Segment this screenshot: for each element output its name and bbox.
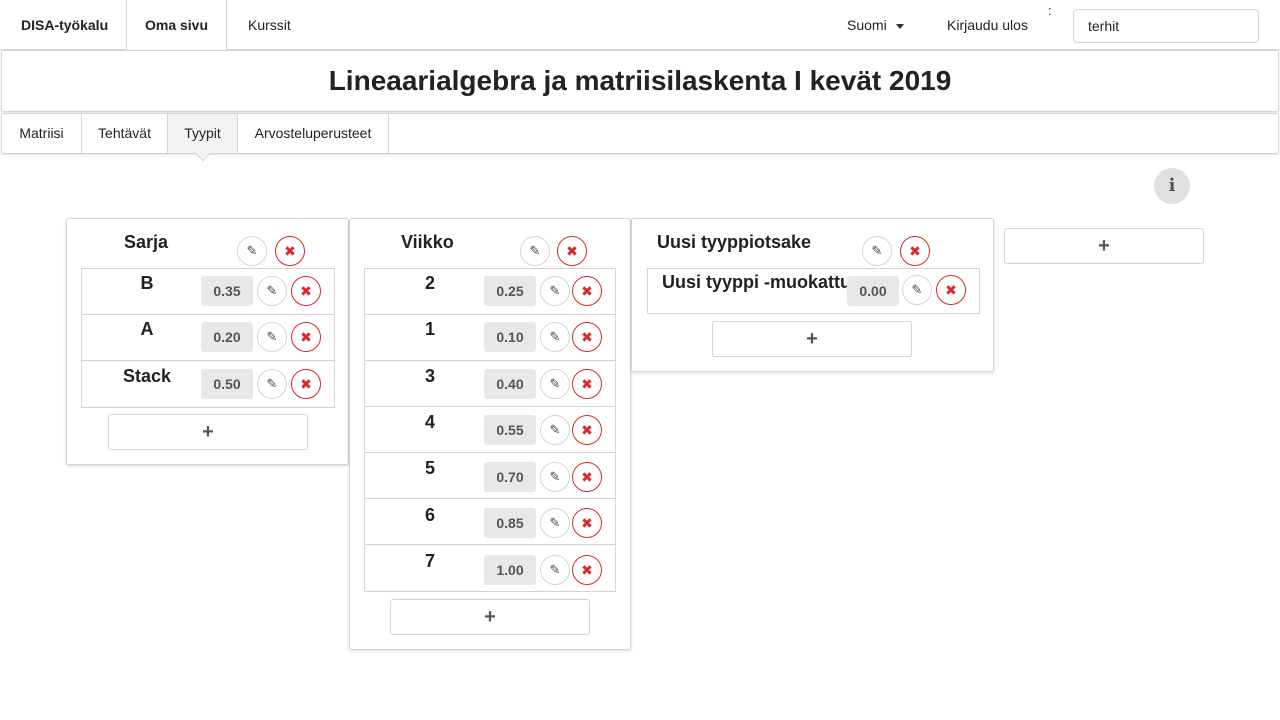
edit-icon[interactable]: ✎ (862, 236, 892, 266)
category-card: Sarja ✎ ✖ B 0.35 ✎ ✖ A 0.20 ✎ ✖ Stack 0.… (66, 218, 349, 465)
colon-separator: : (1048, 3, 1052, 18)
logout-link[interactable]: Kirjaudu ulos (947, 0, 1028, 50)
edit-icon[interactable]: ✎ (257, 276, 287, 306)
delete-icon[interactable]: ✖ (275, 236, 305, 266)
list-item: 3 0.40 ✎ ✖ (365, 361, 615, 407)
type-weight: 0.35 (201, 276, 253, 306)
delete-icon[interactable]: ✖ (572, 555, 602, 585)
brand-link[interactable]: DISA-työkalu (21, 0, 108, 50)
edit-icon[interactable]: ✎ (540, 415, 570, 445)
category-card: Viikko ✎ ✖ 2 0.25 ✎ ✖ 1 0.10 ✎ ✖ 3 0.40 … (349, 218, 631, 650)
type-name: 7 (424, 551, 435, 571)
delete-icon[interactable]: ✖ (900, 236, 930, 266)
course-title: Lineaarialgebra ja matriisilaskenta I ke… (1, 50, 1279, 112)
edit-icon[interactable]: ✎ (540, 276, 570, 306)
delete-icon[interactable]: ✖ (291, 369, 321, 399)
list-item: Uusi tyyppi -muokattu 0.00 ✎ ✖ (648, 269, 979, 313)
type-name: Stack (122, 366, 172, 386)
type-name: 2 (424, 273, 435, 293)
delete-icon[interactable]: ✖ (572, 462, 602, 492)
category-title: Viikko (401, 232, 454, 252)
list-item: 5 0.70 ✎ ✖ (365, 453, 615, 499)
category-card: Uusi tyyppiotsake ✎ ✖ Uusi tyyppi -muoka… (631, 218, 994, 372)
type-name: 3 (424, 366, 435, 386)
edit-icon[interactable]: ✎ (257, 369, 287, 399)
type-weight: 0.00 (847, 276, 899, 306)
type-weight: 0.20 (201, 322, 253, 352)
top-navigation: DISA-työkalu Oma sivu Kurssit Suomi Kirj… (0, 0, 1280, 51)
delete-icon[interactable]: ✖ (291, 322, 321, 352)
edit-icon[interactable]: ✎ (540, 508, 570, 538)
edit-icon[interactable]: ✎ (237, 236, 267, 266)
delete-icon[interactable]: ✖ (572, 369, 602, 399)
category-title: Uusi tyyppiotsake (657, 232, 812, 252)
language-dropdown[interactable]: Suomi (847, 0, 904, 50)
list-item: B 0.35 ✎ ✖ (82, 269, 334, 315)
list-item: 7 1.00 ✎ ✖ (365, 545, 615, 591)
tab-matrix[interactable]: Matriisi (2, 114, 82, 153)
add-category-button[interactable]: + (1004, 228, 1204, 264)
tab-types[interactable]: Tyypit (168, 114, 238, 153)
edit-icon[interactable]: ✎ (540, 369, 570, 399)
nav-my-page[interactable]: Oma sivu (126, 0, 227, 51)
type-name: B (140, 273, 154, 293)
list-item: 6 0.85 ✎ ✖ (365, 499, 615, 545)
language-label: Suomi (847, 17, 887, 33)
type-weight: 0.70 (484, 462, 536, 492)
edit-icon[interactable]: ✎ (540, 462, 570, 492)
type-name: 6 (424, 505, 435, 525)
add-type-button[interactable]: + (390, 599, 590, 635)
type-weight: 0.40 (484, 369, 536, 399)
delete-icon[interactable]: ✖ (936, 275, 966, 305)
type-weight: 0.50 (201, 369, 253, 399)
list-item: 4 0.55 ✎ ✖ (365, 407, 615, 453)
edit-icon[interactable]: ✎ (520, 236, 550, 266)
list-item: 1 0.10 ✎ ✖ (365, 315, 615, 361)
delete-icon[interactable]: ✖ (572, 276, 602, 306)
delete-icon[interactable]: ✖ (572, 415, 602, 445)
course-subtabs: Matriisi Tehtävät Tyypit Arvosteluperust… (1, 113, 1279, 154)
delete-icon[interactable]: ✖ (572, 508, 602, 538)
nav-courses[interactable]: Kurssit (248, 0, 291, 50)
add-type-button[interactable]: + (712, 321, 912, 357)
type-weight: 0.55 (484, 415, 536, 445)
type-name: 5 (424, 458, 435, 478)
add-type-button[interactable]: + (108, 414, 308, 450)
type-name: Uusi tyyppi -muokattu (662, 272, 852, 292)
type-weight: 0.85 (484, 508, 536, 538)
tab-tasks[interactable]: Tehtävät (82, 114, 168, 153)
type-weight: 1.00 (484, 555, 536, 585)
type-weight: 0.25 (484, 276, 536, 306)
edit-icon[interactable]: ✎ (257, 322, 287, 352)
type-list: 2 0.25 ✎ ✖ 1 0.10 ✎ ✖ 3 0.40 ✎ ✖ 4 0.55 … (364, 268, 616, 592)
username-field[interactable]: terhit (1073, 9, 1259, 43)
list-item: Stack 0.50 ✎ ✖ (82, 361, 334, 407)
tab-grading-criteria[interactable]: Arvosteluperusteet (238, 114, 389, 153)
type-weight: 0.10 (484, 322, 536, 352)
delete-icon[interactable]: ✖ (557, 236, 587, 266)
category-title: Sarja (124, 232, 169, 252)
list-item: 2 0.25 ✎ ✖ (365, 269, 615, 315)
info-icon[interactable]: i (1154, 168, 1190, 204)
caret-down-icon (895, 23, 904, 29)
list-item: A 0.20 ✎ ✖ (82, 315, 334, 361)
delete-icon[interactable]: ✖ (291, 276, 321, 306)
edit-icon[interactable]: ✎ (540, 322, 570, 352)
type-name: A (140, 319, 154, 339)
type-list: Uusi tyyppi -muokattu 0.00 ✎ ✖ (647, 268, 980, 314)
delete-icon[interactable]: ✖ (572, 322, 602, 352)
edit-icon[interactable]: ✎ (902, 275, 932, 305)
edit-icon[interactable]: ✎ (540, 555, 570, 585)
type-list: B 0.35 ✎ ✖ A 0.20 ✎ ✖ Stack 0.50 ✎ ✖ (81, 268, 335, 408)
type-name: 4 (424, 412, 435, 432)
type-name: 1 (424, 319, 435, 339)
